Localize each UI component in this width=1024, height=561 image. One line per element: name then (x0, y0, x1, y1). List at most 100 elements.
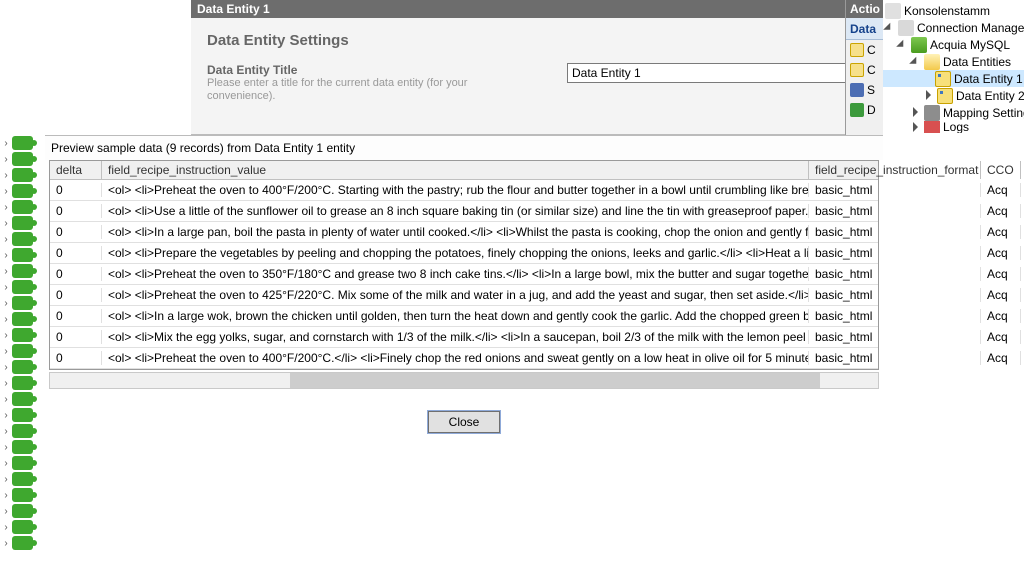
scrollbar-thumb[interactable] (290, 373, 820, 388)
tree-root[interactable]: Konsolenstamm (883, 2, 1024, 19)
database-icon (911, 37, 927, 53)
chevron-right-icon: › (0, 250, 12, 261)
puzzle-icon (12, 424, 33, 438)
cell-instruction-format: basic_html (809, 351, 981, 365)
collapse-icon[interactable] (924, 90, 935, 101)
tree-acquia-label: Acquia MySQL (930, 38, 1010, 52)
tree-mapping-settings[interactable]: Mapping Settings (883, 104, 1024, 121)
tree-root-label: Konsolenstamm (904, 4, 990, 18)
table-row[interactable]: 0<ol> <li>Mix the egg yolks, sugar, and … (50, 327, 878, 348)
puzzle-icon (12, 488, 33, 502)
action-save[interactable]: S (846, 80, 883, 100)
action-new[interactable]: C (846, 40, 883, 60)
chevron-right-icon: › (0, 314, 12, 325)
chevron-right-icon: › (0, 186, 12, 197)
folder-icon (924, 54, 940, 70)
tree-mapping-label: Mapping Settings (943, 106, 1024, 120)
expand-icon[interactable] (885, 22, 896, 33)
save-icon (850, 83, 864, 97)
preview-header: Preview sample data (9 records) from Dat… (45, 136, 883, 160)
mapping-icon (924, 105, 940, 121)
table-row[interactable]: 0<ol> <li>Preheat the oven to 400°F/200°… (50, 348, 878, 369)
cell-cco: Acq (981, 309, 1021, 323)
tree-conn-label: Connection Manager (917, 21, 1024, 35)
chevron-right-icon: › (0, 394, 12, 405)
puzzle-icon (12, 344, 33, 358)
puzzle-icon (12, 136, 33, 150)
tree-data-entities-label: Data Entities (943, 55, 1011, 69)
cell-instruction-value: <ol> <li>Use a little of the sunflower o… (102, 204, 809, 218)
settings-panel: Data Entity 1 Data Entity Settings Data … (191, 0, 883, 135)
expand-icon[interactable] (911, 56, 922, 67)
chevron-right-icon: › (0, 522, 12, 533)
actions-tab[interactable]: Data (846, 18, 883, 40)
cell-cco: Acq (981, 225, 1021, 239)
puzzle-icon (12, 536, 33, 550)
tree-data-entity-2[interactable]: Data Entity 2 (883, 87, 1024, 104)
expand-icon[interactable] (898, 39, 909, 50)
chevron-right-icon: › (0, 218, 12, 229)
puzzle-icon (12, 456, 33, 470)
new-icon (850, 43, 864, 57)
cell-delta: 0 (50, 288, 102, 302)
action-copy[interactable]: C (846, 60, 883, 80)
table-row[interactable]: 0<ol> <li>Preheat the oven to 400°F/200°… (50, 180, 878, 201)
chevron-right-icon: › (0, 170, 12, 181)
logs-icon (924, 121, 940, 133)
entity-title-label: Data Entity Title (207, 63, 567, 77)
tree-data-entities[interactable]: Data Entities (883, 53, 1024, 70)
cell-instruction-value: <ol> <li>In a large wok, brown the chick… (102, 309, 809, 323)
cell-instruction-value: <ol> <li>In a large pan, boil the pasta … (102, 225, 809, 239)
puzzle-icon (12, 280, 33, 294)
tree-de1-label: Data Entity 1 (954, 72, 1023, 86)
table-row[interactable]: 0<ol> <li>Preheat the oven to 425°F/220°… (50, 285, 878, 306)
table-row[interactable]: 0<ol> <li>Preheat the oven to 350°F/180°… (50, 264, 878, 285)
puzzle-icon (12, 312, 33, 326)
chevron-right-icon: › (0, 202, 12, 213)
cell-delta: 0 (50, 204, 102, 218)
tree-logs[interactable]: Logs (883, 121, 1024, 133)
puzzle-icon (12, 168, 33, 182)
puzzle-icon (12, 152, 33, 166)
col-delta[interactable]: delta (50, 161, 102, 179)
table-row[interactable]: 0<ol> <li>In a large pan, boil the pasta… (50, 222, 878, 243)
table-row[interactable]: 0<ol> <li>Prepare the vegetables by peel… (50, 243, 878, 264)
col-instruction-value[interactable]: field_recipe_instruction_value (102, 161, 809, 179)
col-cco[interactable]: CCO (981, 161, 1021, 179)
puzzle-icon (12, 392, 33, 406)
cell-cco: Acq (981, 330, 1021, 344)
chevron-right-icon: › (0, 346, 12, 357)
action-refresh[interactable]: D (846, 100, 883, 120)
chevron-right-icon: › (0, 330, 12, 341)
tree-connection-manager[interactable]: Connection Manager (883, 19, 1024, 36)
close-button[interactable]: Close (428, 411, 500, 433)
puzzle-icon (12, 520, 33, 534)
tree-acquia-mysql[interactable]: Acquia MySQL (883, 36, 1024, 53)
cell-instruction-format: basic_html (809, 183, 981, 197)
cell-cco: Acq (981, 183, 1021, 197)
table-row[interactable]: 0<ol> <li>In a large wok, brown the chic… (50, 306, 878, 327)
chevron-right-icon: › (0, 490, 12, 501)
chevron-right-icon: › (0, 298, 12, 309)
table-row[interactable]: 0<ol> <li>Use a little of the sunflower … (50, 201, 878, 222)
puzzle-icon (12, 248, 33, 262)
cell-instruction-value: <ol> <li>Preheat the oven to 425°F/220°C… (102, 288, 809, 302)
col-instruction-format[interactable]: field_recipe_instruction_format (809, 161, 981, 179)
chevron-right-icon: › (0, 154, 12, 165)
puzzle-icon (12, 440, 33, 454)
cell-instruction-format: basic_html (809, 267, 981, 281)
collapse-icon[interactable] (911, 122, 922, 133)
actions-header: Actio (846, 0, 883, 18)
collapse-icon[interactable] (911, 107, 922, 118)
tree-data-entity-1[interactable]: Data Entity 1 (883, 70, 1024, 87)
chevron-right-icon: › (0, 138, 12, 149)
preview-grid: delta field_recipe_instruction_value fie… (49, 160, 879, 370)
horizontal-scrollbar[interactable] (49, 372, 879, 389)
chevron-right-icon: › (0, 378, 12, 389)
entity-title-input[interactable] (567, 63, 867, 83)
puzzle-icon (12, 296, 33, 310)
refresh-icon (850, 103, 864, 117)
chevron-right-icon: › (0, 362, 12, 373)
cell-delta: 0 (50, 309, 102, 323)
tree-de2-label: Data Entity 2 (956, 89, 1024, 103)
